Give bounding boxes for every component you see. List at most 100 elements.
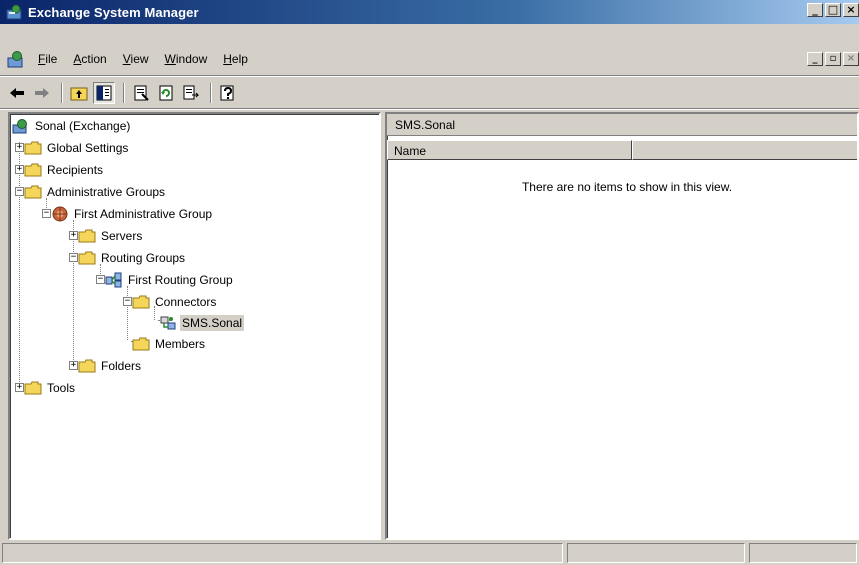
tree-node-root[interactable]: Sonal (Exchange) — [12, 116, 132, 136]
menu-help[interactable]: Help — [215, 50, 256, 68]
tree-node-first-administrative-group[interactable]: First Administrative Group — [51, 204, 214, 224]
exchange-app-icon — [6, 4, 22, 20]
properties-button[interactable] — [130, 82, 152, 104]
console-tree-pane[interactable]: Sonal (Exchange) Global Settings + Recip… — [8, 112, 381, 540]
folder-icon — [132, 337, 150, 351]
tree-label: SMS.Sonal — [180, 315, 245, 331]
folder-open-icon — [78, 251, 96, 265]
forward-button[interactable] — [31, 82, 53, 104]
refresh-button[interactable] — [155, 82, 177, 104]
show-hide-tree-icon — [96, 85, 112, 101]
tree-node-servers[interactable]: Servers — [78, 226, 144, 246]
tree-node-members[interactable]: Members — [132, 334, 207, 354]
help-button[interactable] — [217, 82, 239, 104]
exchange-org-icon — [12, 119, 27, 134]
minimize-button[interactable]: _ — [807, 3, 823, 17]
tree-label: Folders — [101, 359, 142, 373]
status-cell-middle — [567, 543, 745, 563]
tree-line — [73, 220, 74, 362]
tree-node-sms-sonal[interactable]: SMS.Sonal — [159, 313, 245, 333]
back-arrow-icon — [10, 88, 24, 98]
tree-node-folders[interactable]: Folders — [78, 356, 143, 376]
folder-icon — [78, 359, 96, 373]
collapse-minus-icon[interactable]: − — [123, 297, 132, 306]
menu-help-rest: elp — [231, 52, 248, 66]
tree-label: Global Settings — [47, 141, 129, 155]
routing-group-icon — [105, 272, 122, 288]
maximize-button[interactable]: □ — [825, 3, 841, 17]
toolbar-separator — [123, 83, 125, 103]
menu-window[interactable]: Window — [157, 50, 216, 68]
export-list-button[interactable] — [180, 82, 202, 104]
tree-label: Members — [155, 337, 206, 351]
back-button[interactable] — [6, 82, 28, 104]
tree-label: First Routing Group — [128, 273, 233, 287]
menu-window-accel: W — [164, 52, 176, 66]
menu-window-rest: indow — [175, 52, 208, 66]
tree-label: First Administrative Group — [74, 207, 213, 221]
forward-arrow-icon — [35, 88, 49, 98]
menu-file[interactable]: File — [30, 50, 65, 68]
column-header-blank[interactable] — [632, 140, 857, 160]
collapse-minus-icon[interactable]: − — [96, 275, 105, 284]
menu-action-rest: ction — [81, 52, 107, 66]
folder-icon — [24, 163, 42, 177]
tree-label: Servers — [101, 229, 143, 243]
expand-plus-icon[interactable]: + — [69, 231, 78, 240]
expand-plus-icon[interactable]: + — [69, 361, 78, 370]
menu-action[interactable]: Action — [65, 50, 114, 68]
window-title: Exchange System Manager — [28, 4, 199, 20]
console-icon[interactable] — [6, 50, 26, 68]
mdi-restore-button[interactable]: ▫ — [825, 52, 841, 66]
tree-node-global-settings[interactable]: Global Settings — [24, 138, 130, 158]
toolbar-separator — [210, 83, 212, 103]
status-bar — [0, 543, 859, 565]
details-pane[interactable]: SMS.Sonal Name There are no items to sho… — [385, 112, 859, 540]
tree-node-administrative-groups[interactable]: Administrative Groups — [24, 182, 167, 202]
tree-line — [19, 142, 20, 384]
menu-help-accel: H — [223, 52, 232, 66]
tree-label: Routing Groups — [101, 251, 186, 265]
tree-node-routing-groups[interactable]: Routing Groups — [78, 248, 187, 268]
tree-label: Tools — [47, 381, 76, 395]
tree-node-connectors[interactable]: Connectors — [132, 292, 218, 312]
properties-icon — [134, 85, 149, 101]
tree-node-first-routing-group[interactable]: First Routing Group — [105, 270, 235, 290]
collapse-minus-icon[interactable]: − — [15, 187, 24, 196]
tree-label: Sonal (Exchange) — [35, 119, 131, 133]
toolbar — [0, 78, 859, 108]
menu-view[interactable]: View — [115, 50, 157, 68]
folder-icon — [78, 229, 96, 243]
menu-view-rest: iew — [130, 52, 149, 66]
export-list-icon — [183, 85, 199, 100]
expand-plus-icon[interactable]: + — [15, 143, 24, 152]
collapse-minus-icon[interactable]: − — [42, 209, 51, 218]
collapse-minus-icon[interactable]: − — [69, 253, 78, 262]
menu-bar: File Action View Window Help _ ▫ × — [0, 44, 859, 74]
details-header: SMS.Sonal — [387, 114, 857, 136]
tree-node-recipients[interactable]: Recipients — [24, 160, 105, 180]
tree-node-tools[interactable]: Tools — [24, 378, 77, 398]
expand-plus-icon[interactable]: + — [15, 383, 24, 392]
empty-view-message: There are no items to show in this view. — [521, 180, 733, 194]
connector-icon — [160, 316, 176, 330]
close-button[interactable]: × — [843, 3, 859, 17]
status-cell-main — [2, 543, 563, 563]
expand-plus-icon[interactable]: + — [15, 165, 24, 174]
toolbar-divider — [0, 108, 859, 110]
column-header-name[interactable]: Name — [387, 140, 632, 160]
show-hide-tree-button[interactable] — [93, 82, 115, 104]
mdi-minimize-button[interactable]: _ — [807, 52, 823, 66]
tree-label: Recipients — [47, 163, 104, 177]
toolbar-separator — [61, 83, 63, 103]
up-level-icon — [70, 87, 88, 101]
title-bar[interactable]: Exchange System Manager _ □ × — [0, 0, 859, 24]
folder-open-icon — [132, 295, 150, 309]
up-level-button[interactable] — [68, 82, 90, 104]
status-cell-right — [749, 543, 857, 563]
menu-file-rest: ile — [45, 52, 58, 66]
admin-group-icon — [52, 206, 68, 222]
folder-open-icon — [24, 185, 42, 199]
mdi-close-button[interactable]: × — [843, 52, 859, 66]
column-header-row: Name — [387, 140, 857, 160]
